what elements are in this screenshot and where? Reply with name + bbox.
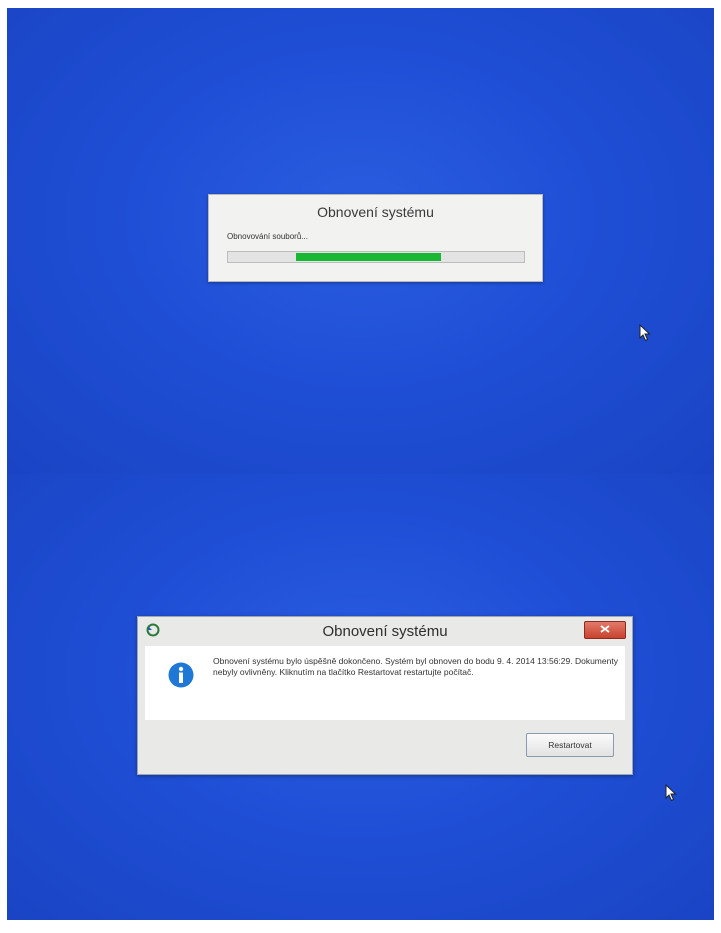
dialog-titlebar: Obnovení systému <box>138 617 632 646</box>
system-restore-progress-dialog: Obnovení systému Obnovování souborů... <box>208 194 543 282</box>
desktop-background-bottom: Obnovení systému Obnovení systému bylo ú… <box>7 474 714 920</box>
system-restore-result-dialog: Obnovení systému Obnovení systému bylo ú… <box>137 616 633 775</box>
close-icon <box>600 625 610 634</box>
mouse-cursor-icon <box>639 324 651 342</box>
info-icon <box>168 662 194 688</box>
restart-button[interactable]: Restartovat <box>526 733 614 757</box>
progress-dialog-title: Obnovení systému <box>317 204 434 220</box>
mouse-cursor-icon <box>665 784 677 802</box>
dialog-title: Obnovení systému <box>322 623 448 640</box>
dialog-message: Obnovení systému bylo úspěšně dokončeno.… <box>213 656 618 677</box>
desktop-background-top: Obnovení systému Obnovování souborů... <box>7 8 714 474</box>
progress-bar <box>227 251 525 263</box>
close-button[interactable] <box>584 621 626 639</box>
dialog-content: Obnovení systému bylo úspěšně dokončeno.… <box>145 646 625 720</box>
progress-status-text: Obnovování souborů... <box>227 232 308 241</box>
progress-bar-fill <box>296 253 441 261</box>
